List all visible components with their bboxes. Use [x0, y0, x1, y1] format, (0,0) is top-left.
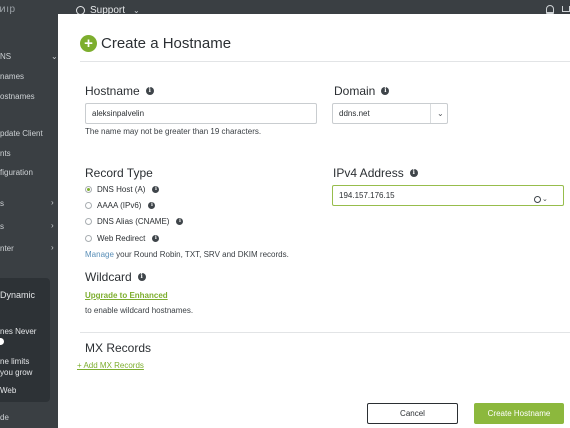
hostname-input[interactable]: aleksinpalvelin [85, 103, 317, 124]
radio-button[interactable] [85, 202, 92, 209]
hostname-help: The name may not be greater than 19 char… [85, 127, 262, 136]
ipv4-label-text: IPv4 Address [333, 166, 404, 180]
sidebar-item-s2[interactable]: s [0, 222, 4, 231]
record-type-label-text: Record Type [85, 166, 153, 180]
create-hostname-button[interactable]: Create Hostname [474, 403, 564, 424]
sidebar-item-update-client[interactable]: pdate Client [0, 129, 43, 138]
chevron-right-icon: › [51, 198, 54, 207]
sidebar-item-hostnames[interactable]: names [0, 72, 24, 81]
radio-button[interactable] [85, 186, 92, 193]
radio-label: AAAA (IPv6) [97, 201, 142, 210]
info-icon[interactable]: i [137, 273, 146, 281]
sidebar-promo[interactable]: Dynamic nes Never ne limits you grow Web [0, 278, 50, 402]
sidebar-item-center[interactable]: nter [0, 244, 14, 253]
cancel-button[interactable]: Cancel [367, 403, 458, 424]
mx-records-label-text: MX Records [85, 341, 152, 355]
radio-button[interactable] [85, 235, 92, 242]
radio-label: Web Redirect [97, 234, 146, 243]
ipv4-input[interactable]: 194.157.176.15 [332, 185, 564, 206]
divider [80, 61, 570, 62]
hostname-label: Hostname i [85, 84, 154, 98]
info-icon[interactable]: i [381, 87, 390, 95]
plus-icon: + [80, 35, 97, 52]
info-icon[interactable]: i [409, 169, 418, 177]
sidebar: NS ⌄ names ostnames pdate Client nts fig… [0, 22, 58, 428]
toggle-icon [0, 338, 4, 345]
upgrade-link[interactable]: Upgrade to Enhanced [85, 291, 168, 300]
domain-label: Domain i [334, 84, 390, 98]
chevron-down-icon: ⌄ [542, 196, 548, 203]
sidebar-item-s1[interactable]: s [0, 199, 4, 208]
manage-records-text: Manage your Round Robin, TXT, SRV and DK… [85, 250, 289, 259]
sidebar-item-accounts[interactable]: nts [0, 149, 11, 158]
caret-down-icon: ⌄ [437, 109, 444, 118]
sidebar-item-dns[interactable]: NS [0, 52, 11, 61]
user-circle-icon[interactable]: ⌄ [534, 195, 548, 203]
modal-header: + Create a Hostname [80, 35, 231, 52]
create-hostname-modal: + Create a Hostname Hostname i aleksinpa… [58, 14, 570, 428]
radio-button[interactable] [85, 218, 92, 225]
manage-link[interactable]: Manage [85, 250, 114, 259]
domain-select[interactable]: ddns.net ⌄ [332, 103, 448, 124]
radio-label: DNS Alias (CNAME) [97, 217, 170, 226]
radio-aaaa[interactable]: AAAA (IPv6) i [85, 201, 156, 210]
radio-web-redirect[interactable]: Web Redirect i [85, 234, 160, 243]
mx-records-label: MX Records [85, 341, 151, 355]
radio-cname[interactable]: DNS Alias (CNAME) i [85, 217, 184, 226]
info-icon[interactable]: i [145, 87, 154, 95]
cart-icon[interactable] [562, 6, 570, 12]
ipv4-input-value: 194.157.176.15 [339, 191, 395, 200]
record-type-label: Record Type [85, 166, 153, 180]
domain-label-text: Domain [334, 84, 376, 98]
radio-dns-host[interactable]: DNS Host (A) i [85, 185, 160, 194]
ipv4-label: IPv4 Address i [333, 166, 418, 180]
page-title: Create a Hostname [101, 35, 232, 52]
radio-label: DNS Host (A) [97, 185, 146, 194]
add-mx-records-link[interactable]: + Add MX Records [77, 361, 144, 370]
sidebar-item-hostnames-2[interactable]: ostnames [0, 92, 35, 101]
info-icon[interactable]: i [148, 202, 156, 209]
chevron-right-icon: › [51, 243, 54, 252]
promo-line-1: Dynamic [0, 290, 36, 300]
hostname-input-value: aleksinpalvelin [92, 109, 145, 118]
info-icon[interactable]: i [152, 186, 160, 193]
domain-select-value: ddns.net [339, 109, 370, 118]
info-icon[interactable]: i [152, 235, 160, 242]
wildcard-label-text: Wildcard [85, 270, 132, 284]
manage-text: your Round Robin, TXT, SRV and DKIM reco… [113, 250, 289, 259]
promo-line-3: ne limits [0, 357, 30, 366]
user-circle-shape [534, 195, 541, 203]
info-icon[interactable]: i [176, 218, 184, 225]
promo-line-2: nes Never [0, 327, 37, 336]
hostname-label-text: Hostname [85, 84, 140, 98]
chevron-right-icon: › [51, 221, 54, 230]
chevron-down-icon: ⌄ [51, 52, 58, 61]
wildcard-label: Wildcard i [85, 270, 146, 284]
select-divider [430, 104, 431, 123]
sidebar-item-configuration[interactable]: figuration [0, 168, 33, 177]
wildcard-help: to enable wildcard hostnames. [85, 306, 194, 315]
promo-line-4: you grow [0, 368, 33, 377]
bell-icon[interactable] [546, 5, 554, 14]
sidebar-item-upgrade[interactable]: de [0, 413, 9, 422]
promo-line-5: Web [0, 386, 17, 395]
logo[interactable]: ıͷıp [0, 4, 16, 15]
divider [80, 332, 570, 333]
